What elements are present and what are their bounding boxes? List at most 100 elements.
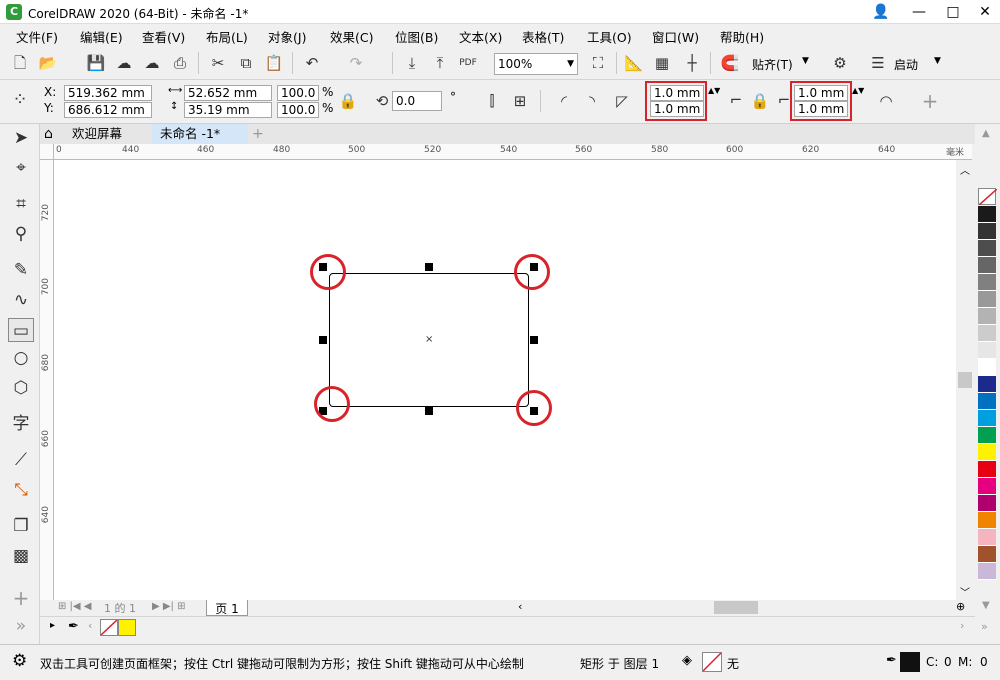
page-tab-1[interactable]: 页 1 xyxy=(206,600,248,616)
outline-color-swatch[interactable] xyxy=(900,652,920,672)
color-swatch[interactable] xyxy=(978,206,996,223)
cloud-download-icon[interactable]: ☁ xyxy=(140,51,164,75)
selection-handle-top[interactable] xyxy=(425,263,433,271)
eyedropper-icon[interactable]: ✒ xyxy=(68,619,79,634)
cloud-upload-icon[interactable]: ☁ xyxy=(112,51,136,75)
selection-handle-left[interactable] xyxy=(319,336,327,344)
rotate-icon[interactable]: ⟲ xyxy=(370,89,394,113)
menu-window[interactable]: 窗口(W) xyxy=(652,27,699,46)
color-swatch[interactable] xyxy=(978,308,996,325)
add-icon[interactable]: + xyxy=(918,89,942,113)
scrollbar-thumb[interactable] xyxy=(958,372,972,388)
polygon-tool-icon[interactable]: ⬡ xyxy=(8,376,34,400)
dimension-tool-icon[interactable]: ⟋ xyxy=(8,448,34,472)
color-swatch[interactable] xyxy=(978,223,996,240)
lock-ratio-icon[interactable]: 🔒 xyxy=(336,89,360,113)
palette-expand-icon[interactable]: » xyxy=(981,620,988,633)
menu-bitmaps[interactable]: 位图(B) xyxy=(395,27,438,46)
selection-handle-right[interactable] xyxy=(530,336,538,344)
yellow-swatch[interactable] xyxy=(118,619,136,636)
zoom-icon[interactable]: ⊕ xyxy=(956,600,965,613)
new-document-icon[interactable]: 🗋 xyxy=(8,51,32,75)
chamfered-corner-icon[interactable]: ◸ xyxy=(610,89,634,113)
options-gear-icon[interactable]: ⚙ xyxy=(828,51,852,75)
chevron-left-icon[interactable]: ‹ xyxy=(88,619,92,632)
transparency-tool-icon[interactable]: ▩ xyxy=(8,544,34,568)
shape-tool-icon[interactable]: ⌖ xyxy=(8,156,34,180)
color-swatch[interactable] xyxy=(978,393,996,410)
maximize-button[interactable]: □ xyxy=(938,2,968,22)
add-icon[interactable]: + xyxy=(8,586,34,610)
page-nav-icons[interactable]: ⊞ |◀ ◀ xyxy=(58,601,92,612)
drawing-canvas[interactable]: × xyxy=(54,160,956,600)
account-icon[interactable]: 👤 xyxy=(866,2,896,22)
scroll-down-icon[interactable]: ﹀ xyxy=(960,584,970,599)
color-swatch[interactable] xyxy=(978,546,996,563)
width-input[interactable]: 52.652 mm xyxy=(184,85,272,101)
menu-edit[interactable]: 编辑(E) xyxy=(80,27,123,46)
menu-tools[interactable]: 工具(O) xyxy=(587,27,632,46)
pick-tool-icon[interactable]: ➤ xyxy=(8,126,34,150)
vertical-scrollbar[interactable]: ︿ ﹀ xyxy=(956,160,974,600)
scalloped-corner-icon[interactable]: ◝ xyxy=(580,89,604,113)
pdf-export-icon[interactable]: PDF xyxy=(456,51,480,75)
menu-object[interactable]: 对象(J) xyxy=(268,27,306,46)
crop-tool-icon[interactable]: ⌗ xyxy=(8,192,34,216)
save-icon[interactable]: 💾 xyxy=(84,51,108,75)
color-swatch[interactable] xyxy=(978,291,996,308)
snap-to-button[interactable]: 贴齐(T) xyxy=(752,56,793,73)
color-swatch[interactable] xyxy=(978,512,996,529)
minimize-button[interactable]: — xyxy=(904,2,934,22)
color-swatch[interactable] xyxy=(978,240,996,257)
cut-icon[interactable]: ✂ xyxy=(206,51,230,75)
y-position-input[interactable]: 686.612 mm xyxy=(64,102,152,118)
chevron-right-icon[interactable]: › xyxy=(960,619,964,632)
palette-scroll-up-icon[interactable]: ▲ xyxy=(982,128,990,139)
settings-gear-icon[interactable]: ⚙ xyxy=(12,651,27,671)
drop-shadow-tool-icon[interactable]: ❐ xyxy=(8,514,34,538)
color-swatch[interactable] xyxy=(978,325,996,342)
color-swatch[interactable] xyxy=(978,427,996,444)
scroll-up-icon[interactable]: ︿ xyxy=(960,162,970,177)
expand-icon[interactable]: » xyxy=(8,614,34,638)
color-swatch[interactable] xyxy=(978,461,996,478)
menu-effects[interactable]: 效果(C) xyxy=(330,27,373,46)
paste-icon[interactable]: 📋 xyxy=(262,51,286,75)
color-swatch[interactable] xyxy=(978,563,996,580)
export-icon[interactable]: ⤒ xyxy=(428,51,452,75)
spinner-icon[interactable]: ▲▼ xyxy=(708,86,720,95)
print-icon[interactable]: ⎙ xyxy=(168,51,192,75)
corner-link-icon[interactable]: ⌐ xyxy=(724,88,748,112)
color-swatch[interactable] xyxy=(978,359,996,376)
menu-text[interactable]: 文本(X) xyxy=(459,27,502,46)
menu-help[interactable]: 帮助(H) xyxy=(720,27,764,46)
launch-button[interactable]: 启动 xyxy=(894,56,918,73)
palette-scroll-down-icon[interactable]: ▼ xyxy=(982,600,990,611)
page-nav-icons[interactable]: ▶ ▶| ⊞ xyxy=(152,601,186,612)
horizontal-scrollbar-thumb[interactable] xyxy=(714,601,758,614)
height-input[interactable]: 35.19 mm xyxy=(184,102,272,118)
scroll-left-icon[interactable]: ‹ xyxy=(518,600,522,613)
home-icon[interactable]: ⌂ xyxy=(40,124,64,144)
zoom-level-dropdown[interactable]: 100% ▼ xyxy=(494,53,578,75)
object-origin-icon[interactable]: ⁘ xyxy=(8,88,32,112)
artistic-media-tool-icon[interactable]: ∿ xyxy=(8,288,34,312)
menu-view[interactable]: 查看(V) xyxy=(142,27,185,46)
spinner-icon[interactable]: ▲▼ xyxy=(852,86,864,95)
chevron-down-icon[interactable]: ▼ xyxy=(934,56,941,66)
x-position-input[interactable]: 519.362 mm xyxy=(64,85,152,101)
color-swatch[interactable] xyxy=(978,342,996,359)
rotation-input[interactable]: 0.0 xyxy=(392,91,442,111)
zoom-tool-icon[interactable]: ⚲ xyxy=(8,222,34,246)
menu-layout[interactable]: 布局(L) xyxy=(206,27,248,46)
color-swatch[interactable] xyxy=(978,529,996,546)
tab-document[interactable]: 未命名 -1* xyxy=(152,124,248,144)
text-tool-icon[interactable]: 字 xyxy=(8,412,34,436)
expand-icon[interactable]: ▸ xyxy=(50,620,55,631)
mirror-vertical-icon[interactable]: ⊞ xyxy=(508,89,532,113)
color-swatch[interactable] xyxy=(978,478,996,495)
fill-bucket-icon[interactable]: ◈ xyxy=(682,653,692,668)
undo-icon[interactable]: ↶ xyxy=(300,51,324,75)
freehand-tool-icon[interactable]: ✎ xyxy=(8,258,34,282)
relative-corner-scaling-icon[interactable]: ◠ xyxy=(874,89,898,113)
